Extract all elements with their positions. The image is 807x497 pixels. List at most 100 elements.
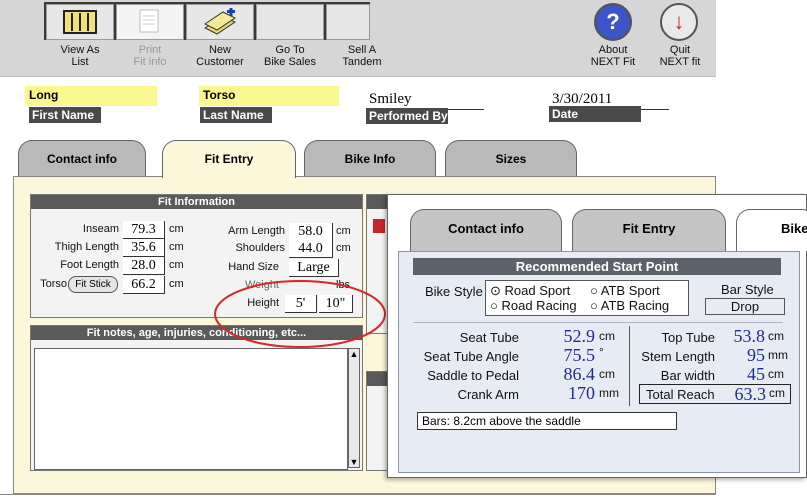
popup-tab-contact-info[interactable]: Contact info [410,209,562,251]
hidden-red-marker [373,219,385,233]
saddle-to-pedal-value: 86.4 [563,364,596,384]
stem-length-value: 95 [747,345,765,365]
total-reach-label: Total Reach [646,387,715,402]
foot-length-value[interactable]: 28.0 [123,257,165,275]
total-reach-box: Total Reach 63.3 cm [639,384,791,404]
new-customer-label: New Customer [196,44,244,68]
last-name-label: Last Name [200,107,272,123]
performed-by-label: Performed By [366,108,448,124]
bike-style-radio-group: ⊙ Road Sport ○ ATB Sport ○ Road Racing ○… [485,280,689,316]
recommended-start-point-title: Recommended Start Point [413,258,781,275]
printer-icon [139,9,159,33]
hand-size-value[interactable]: Large [289,259,339,277]
print-fit-info-button[interactable] [116,4,184,40]
top-tube-unit: cm [768,329,784,343]
quit-next-fit-button[interactable]: ↓ [660,3,698,41]
arm-length-value[interactable]: 58.0 [289,223,333,241]
print-fit-info-label: Print Fit info [133,44,167,68]
bar-style-value[interactable]: Drop [705,298,785,315]
seat-tube-angle-unit: ° [599,345,604,359]
bar-width-value: 45 [747,364,765,384]
radio-atb-sport[interactable]: ○ ATB Sport [590,283,660,298]
radio-selected-icon: ⊙ [490,283,501,298]
inseam-label: Inseam [82,223,119,235]
inseam-value[interactable]: 79.3 [123,221,165,239]
crank-arm-unit: mm [599,386,619,400]
go-to-bike-sales-label: Go To Bike Sales [264,44,316,68]
view-as-list-button[interactable] [46,4,114,40]
seat-tube-value: 52.9 [563,326,596,346]
recommended-start-point-popup: Contact info Fit Entry Bike Recommended … [387,194,807,478]
hand-size-label: Hand Size [228,261,279,273]
bottom-divider [0,494,716,495]
radio-empty-icon: ○ [490,298,498,313]
tab-sizes[interactable]: Sizes [445,140,577,180]
radio-empty-icon: ○ [590,298,598,313]
thigh-length-label: Thigh Length [54,241,119,253]
radio-empty-icon: ○ [590,283,598,298]
quit-next-fit-label: Quit NEXT fit [659,44,701,68]
new-customer-icon [204,8,236,35]
list-icon [63,10,97,34]
top-tube-label: Top Tube [661,330,716,345]
help-icon: ? [606,9,620,34]
first-name-field[interactable]: Long [25,86,157,106]
top-tube-value: 53.8 [733,326,766,346]
fit-stick-button[interactable]: Fit Stick [68,276,118,293]
shoulders-value[interactable]: 44.0 [289,240,333,258]
performed-by-field[interactable]: Smiley [366,90,484,110]
about-next-fit-button[interactable]: ? [594,3,632,41]
new-customer-button[interactable] [186,4,254,40]
tab-fit-entry[interactable]: Fit Entry [162,140,296,178]
thigh-length-unit: cm [169,241,184,253]
foot-length-unit: cm [169,259,184,271]
arm-length-label: Arm Length [228,225,285,237]
scroll-down-icon[interactable]: ▼ [349,457,359,467]
saddle-to-pedal-label: Saddle to Pedal [427,368,519,383]
last-name-field[interactable]: Torso [199,86,339,106]
popup-column-divider [629,326,630,406]
radio-atb-racing[interactable]: ○ ATB Racing [590,298,669,313]
shoulders-label: Shoulders [235,242,285,254]
radio-road-sport[interactable]: ⊙ Road Sport [490,283,570,299]
bar-width-label: Bar width [660,368,715,383]
date-performed-label: Date Performed [549,106,641,137]
seat-tube-unit: cm [599,329,615,343]
crank-arm-label: Crank Arm [457,387,519,402]
sell-a-tandem-button[interactable] [326,4,370,40]
radio-road-racing[interactable]: ○ Road Racing [490,298,577,313]
tab-bike-info[interactable]: Bike Info [304,140,436,180]
popup-divider [413,322,783,323]
inseam-unit: cm [169,223,184,235]
tab-contact-info[interactable]: Contact info [18,140,146,180]
popup-tab-fit-entry[interactable]: Fit Entry [572,209,726,251]
go-to-bike-sales-button[interactable] [256,4,324,40]
bars-height-note: Bars: 8.2cm above the saddle [417,412,677,430]
stem-length-label: Stem Length [641,349,715,364]
toolbar: View As List Print Fit info New Customer Go… [0,0,716,77]
stem-length-unit: mm [768,348,788,362]
shoulders-unit: cm [336,242,351,254]
saddle-to-pedal-unit: cm [599,367,615,381]
notes-scrollbar[interactable]: ▲ ▼ [348,348,360,468]
popup-tab-bike[interactable]: Bike [736,209,807,251]
sell-a-tandem-label: Sell A Tandem [342,44,382,68]
seat-tube-angle-label: Seat Tube Angle [423,349,519,364]
arm-length-unit: cm [336,225,351,237]
torso-label: Torso [40,278,67,290]
foot-length-label: Foot Length [60,259,119,271]
first-name-label: First Name [29,107,101,123]
total-reach-value: 63.3 [734,384,767,404]
about-next-fit-label: About NEXT Fit [590,44,636,68]
seat-tube-label: Seat Tube [459,330,519,345]
view-as-list-label: View As List [60,44,100,68]
bike-style-label: Bike Style [425,284,483,299]
fit-notes-textarea[interactable] [34,348,348,470]
thigh-length-value[interactable]: 35.6 [123,239,165,257]
torso-value[interactable]: 66.2 [123,276,165,294]
bar-width-unit: cm [768,367,784,381]
height-highlight-ellipse [214,280,386,348]
seat-tube-angle-value: 75.5 [563,345,596,365]
total-reach-unit: cm [769,386,785,400]
crank-arm-value: 170 [568,383,595,403]
